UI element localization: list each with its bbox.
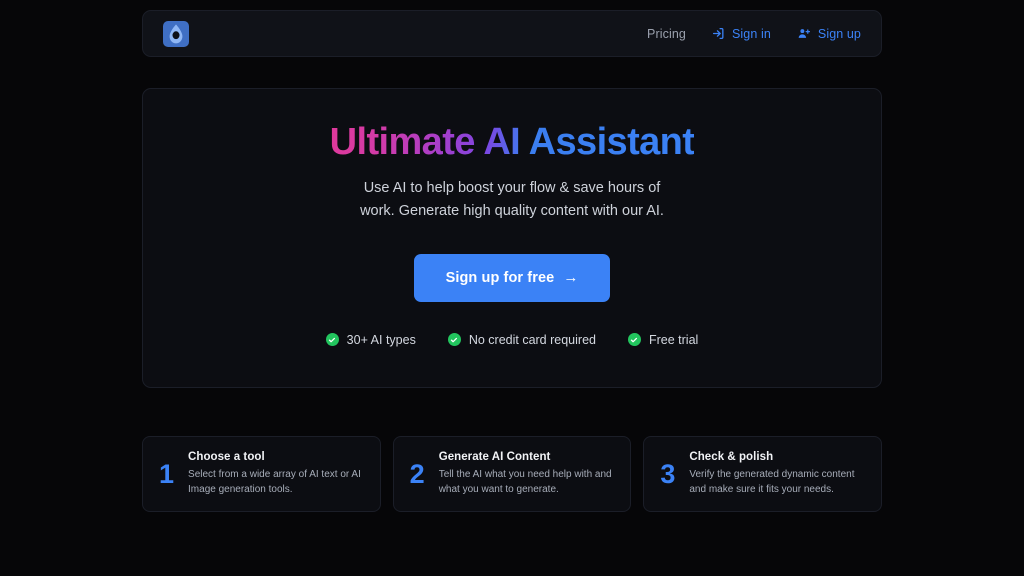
badge-ai-types: 30+ AI types xyxy=(326,333,416,347)
badge-no-credit-card-label: No credit card required xyxy=(469,333,596,347)
login-arrow-icon xyxy=(712,27,725,40)
landing-page: Pricing Sign in xyxy=(0,0,1024,576)
user-plus-icon xyxy=(797,27,811,40)
step-number: 1 xyxy=(159,461,174,488)
step-body: Check & polish Verify the generated dyna… xyxy=(689,451,865,497)
site-header: Pricing Sign in xyxy=(142,10,882,57)
step-number: 2 xyxy=(410,461,425,488)
nav-link-sign-up-label: Sign up xyxy=(818,27,861,41)
step-body: Generate AI Content Tell the AI what you… xyxy=(439,451,615,497)
nav-link-pricing-label: Pricing xyxy=(647,27,686,41)
step-title: Check & polish xyxy=(689,451,865,463)
ink-droplet-logo-icon[interactable] xyxy=(163,21,189,47)
step-card-2[interactable]: 2 Generate AI Content Tell the AI what y… xyxy=(393,436,632,512)
step-description: Verify the generated dynamic content and… xyxy=(689,467,865,497)
badge-ai-types-label: 30+ AI types xyxy=(347,333,416,347)
hero-section: Ultimate AI Assistant Use AI to help boo… xyxy=(142,88,882,388)
step-title: Choose a tool xyxy=(188,451,364,463)
badge-free-trial: Free trial xyxy=(628,333,698,347)
sign-up-for-free-label: Sign up for free xyxy=(446,270,555,286)
nav-link-sign-in-label: Sign in xyxy=(732,27,771,41)
step-card-1[interactable]: 1 Choose a tool Select from a wide array… xyxy=(142,436,381,512)
step-description: Select from a wide array of AI text or A… xyxy=(188,467,364,497)
header-nav: Pricing Sign in xyxy=(647,27,861,41)
check-circle-icon xyxy=(326,333,339,346)
badge-free-trial-label: Free trial xyxy=(649,333,698,347)
hero-badges: 30+ AI types No credit card required Fre… xyxy=(326,333,699,347)
page-title: Ultimate AI Assistant xyxy=(330,122,695,164)
steps-section: 1 Choose a tool Select from a wide array… xyxy=(142,436,882,512)
step-body: Choose a tool Select from a wide array o… xyxy=(188,451,364,497)
nav-link-sign-up[interactable]: Sign up xyxy=(797,27,861,41)
nav-link-sign-in[interactable]: Sign in xyxy=(712,27,771,41)
nav-link-pricing[interactable]: Pricing xyxy=(647,27,686,41)
badge-no-credit-card: No credit card required xyxy=(448,333,596,347)
step-title: Generate AI Content xyxy=(439,451,615,463)
step-card-3[interactable]: 3 Check & polish Verify the generated dy… xyxy=(643,436,882,512)
step-number: 3 xyxy=(660,461,675,488)
step-description: Tell the AI what you need help with and … xyxy=(439,467,615,497)
check-circle-icon xyxy=(448,333,461,346)
sign-up-for-free-button[interactable]: Sign up for free → xyxy=(414,254,610,302)
arrow-right-icon: → xyxy=(563,270,578,285)
check-circle-icon xyxy=(628,333,641,346)
hero-subtitle: Use AI to help boost your flow & save ho… xyxy=(347,177,677,224)
